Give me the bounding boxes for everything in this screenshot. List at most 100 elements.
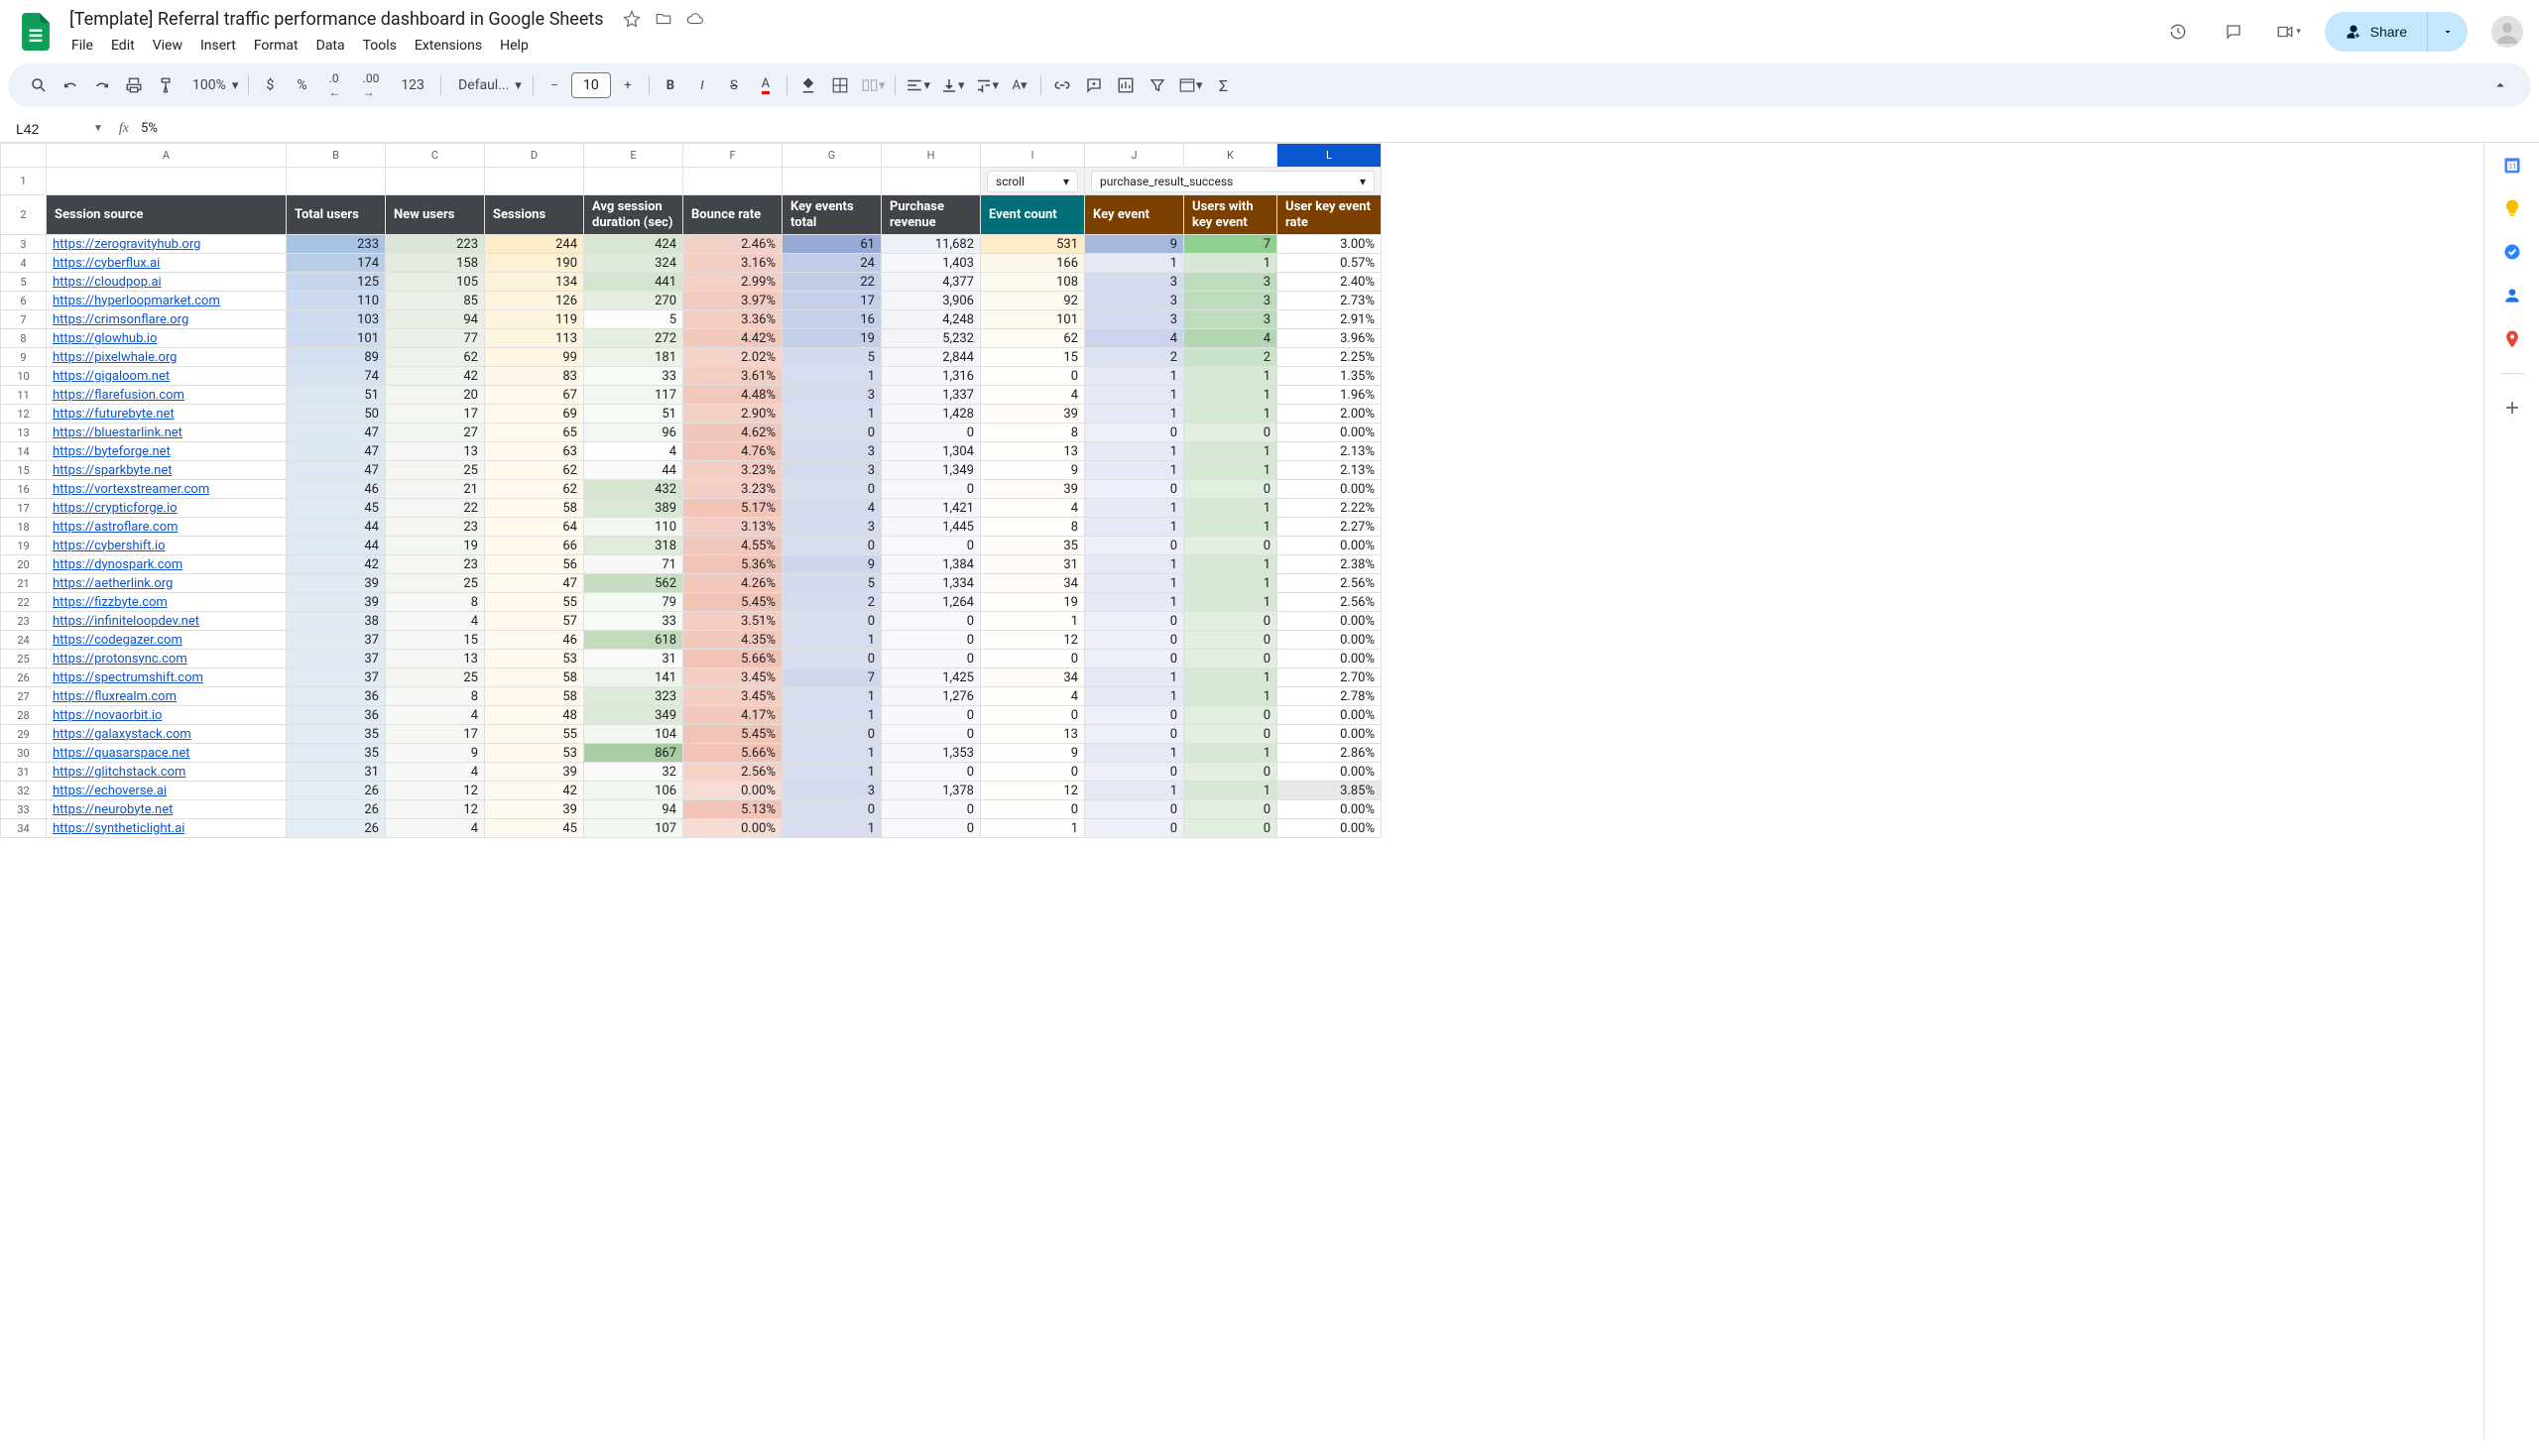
row-header[interactable]: 26 [1, 668, 47, 687]
cell[interactable]: 1,421 [882, 499, 981, 518]
col-header-I[interactable]: I [981, 144, 1085, 168]
increase-decimal-icon[interactable]: .00→ [353, 70, 390, 100]
font-size-input[interactable]: 10 [571, 72, 611, 98]
cell[interactable]: 1,304 [882, 442, 981, 461]
cell[interactable]: 0 [1085, 650, 1184, 668]
dropdown-event-name[interactable]: scroll▾ [981, 168, 1085, 195]
session-source-link[interactable]: https://echoverse.ai [47, 782, 287, 800]
cell[interactable]: 4 [783, 499, 882, 518]
cell[interactable]: 1,384 [882, 555, 981, 574]
session-source-link[interactable]: https://flarefusion.com [47, 386, 287, 405]
row-header[interactable]: 16 [1, 480, 47, 499]
cell[interactable]: 1 [1085, 386, 1184, 405]
cell[interactable]: 45 [287, 499, 386, 518]
cell[interactable]: 1 [1184, 574, 1277, 593]
cell[interactable]: 0 [882, 480, 981, 499]
cell[interactable]: 44 [287, 518, 386, 537]
cell[interactable]: 3.97% [683, 292, 783, 310]
cell[interactable]: 3.61% [683, 367, 783, 386]
cell[interactable]: 3.45% [683, 687, 783, 706]
cell[interactable]: 31 [981, 555, 1085, 574]
cell[interactable]: 1,425 [882, 668, 981, 687]
col-header-F[interactable]: F [683, 144, 783, 168]
session-source-link[interactable]: https://pixelwhale.org [47, 348, 287, 367]
cell[interactable]: 117 [584, 386, 683, 405]
cell[interactable]: 5.36% [683, 555, 783, 574]
cell[interactable]: 1 [1184, 518, 1277, 537]
cell[interactable]: 126 [485, 292, 584, 310]
session-source-link[interactable]: https://vortexstreamer.com [47, 480, 287, 499]
cell[interactable]: 0 [1085, 725, 1184, 744]
cell[interactable]: 67 [485, 386, 584, 405]
cell[interactable]: 4.42% [683, 329, 783, 348]
cell[interactable]: 69 [485, 405, 584, 424]
cell[interactable]: 0 [1184, 631, 1277, 650]
cell[interactable]: 1 [1184, 405, 1277, 424]
cell[interactable]: 13 [981, 442, 1085, 461]
cell[interactable]: 0.00% [1277, 537, 1382, 555]
cell[interactable]: 4.48% [683, 386, 783, 405]
cell[interactable]: 5,232 [882, 329, 981, 348]
col-header-D[interactable]: D [485, 144, 584, 168]
cell[interactable]: 62 [485, 480, 584, 499]
menu-file[interactable]: File [63, 34, 101, 58]
session-source-link[interactable]: https://futurebyte.net [47, 405, 287, 424]
cell[interactable]: 0 [1085, 706, 1184, 725]
cell[interactable]: 0 [882, 725, 981, 744]
cell[interactable]: 25 [386, 574, 485, 593]
col-header-G[interactable]: G [783, 144, 882, 168]
cell[interactable]: 141 [584, 668, 683, 687]
cell[interactable]: 1 [1085, 668, 1184, 687]
cell[interactable]: 110 [287, 292, 386, 310]
menu-edit[interactable]: Edit [103, 34, 143, 58]
cell[interactable]: 181 [584, 348, 683, 367]
cell[interactable] [783, 168, 882, 195]
cell[interactable]: 62 [981, 329, 1085, 348]
session-source-link[interactable]: https://glowhub.io [47, 329, 287, 348]
cell[interactable]: 0 [882, 424, 981, 442]
cell[interactable]: 58 [485, 499, 584, 518]
cell[interactable]: 5.17% [683, 499, 783, 518]
cell[interactable]: 1 [981, 819, 1085, 838]
comments-icon[interactable] [2214, 12, 2253, 52]
insert-chart-icon[interactable] [1111, 70, 1141, 100]
cell[interactable]: 1,428 [882, 405, 981, 424]
functions-icon[interactable]: Σ [1209, 70, 1239, 100]
cell[interactable]: 17 [386, 725, 485, 744]
font-select[interactable]: Defaul...▾ [447, 70, 527, 100]
table-header-C[interactable]: New users [386, 195, 485, 235]
cell[interactable]: 64 [485, 518, 584, 537]
cell[interactable]: 44 [584, 461, 683, 480]
insert-comment-icon[interactable] [1079, 70, 1109, 100]
session-source-link[interactable]: https://glitchstack.com [47, 763, 287, 782]
cell[interactable]: 0 [1085, 612, 1184, 631]
cell[interactable]: 23 [386, 555, 485, 574]
session-source-link[interactable]: https://galaxystack.com [47, 725, 287, 744]
cell[interactable]: 1,334 [882, 574, 981, 593]
session-source-link[interactable]: https://fizzbyte.com [47, 593, 287, 612]
cell[interactable]: 22 [783, 273, 882, 292]
cell[interactable]: 270 [584, 292, 683, 310]
row-header[interactable]: 21 [1, 574, 47, 593]
cell[interactable]: 1,276 [882, 687, 981, 706]
cell[interactable]: 233 [287, 235, 386, 254]
cell[interactable]: 1 [1085, 518, 1184, 537]
strikethrough-icon[interactable]: S [719, 70, 749, 100]
cell[interactable]: 31 [584, 650, 683, 668]
cell[interactable]: 0.00% [1277, 725, 1382, 744]
cell[interactable]: 2.22% [1277, 499, 1382, 518]
cell[interactable]: 105 [386, 273, 485, 292]
cell[interactable]: 0.00% [1277, 612, 1382, 631]
cell[interactable]: 4.55% [683, 537, 783, 555]
cell[interactable]: 13 [386, 650, 485, 668]
cell[interactable]: 106 [584, 782, 683, 800]
session-source-link[interactable]: https://byteforge.net [47, 442, 287, 461]
row-header[interactable]: 9 [1, 348, 47, 367]
cell[interactable]: 63 [485, 442, 584, 461]
cell[interactable]: 53 [485, 744, 584, 763]
cell[interactable]: 562 [584, 574, 683, 593]
row-header[interactable]: 3 [1, 235, 47, 254]
cell[interactable]: 324 [584, 254, 683, 273]
select-all-corner[interactable] [1, 144, 47, 168]
cell[interactable]: 4 [386, 612, 485, 631]
